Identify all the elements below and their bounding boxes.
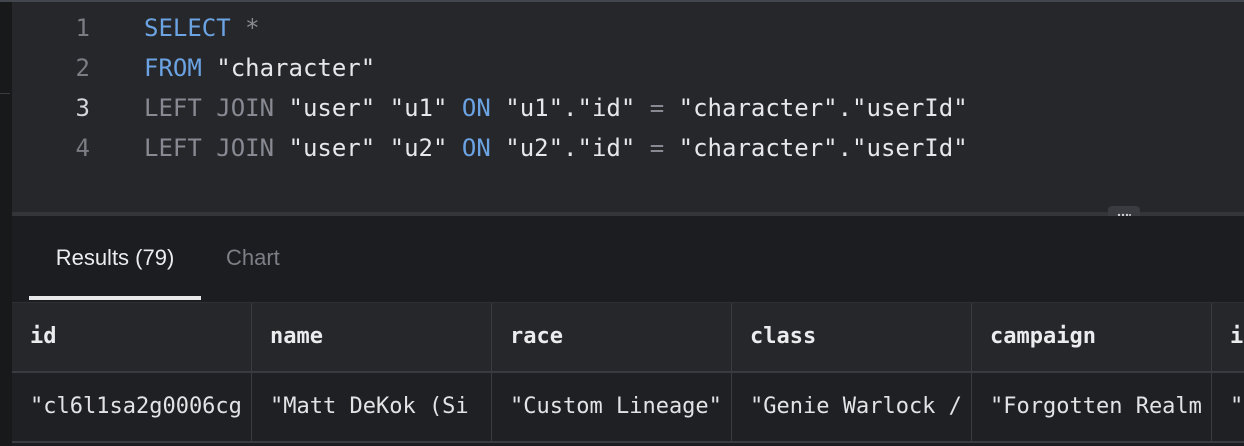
sql-text-token: "u1"."id"	[490, 94, 650, 122]
sql-keyword-token: *	[245, 14, 260, 42]
sql-keyword-token: ON	[461, 94, 491, 122]
table-cell[interactable]: "Matt DeKok (Si	[252, 373, 492, 441]
code-line-3: 3 LEFT JOIN "user" "u1" ON "u1"."id" = "…	[12, 88, 1244, 128]
table-cell[interactable]: "Custom Lineage"	[492, 373, 732, 441]
column-header-name[interactable]: name	[252, 303, 492, 371]
column-header-class[interactable]: class	[732, 303, 972, 371]
line-number: 1	[75, 14, 90, 42]
tab-results[interactable]: Results (79)	[29, 234, 201, 282]
sql-editor[interactable]: 1 SELECT * 2 FROM "character" 3 LEFT JOI…	[12, 2, 1244, 212]
sql-keyword-token: SELECT	[144, 14, 231, 42]
table-row[interactable]: "cl6l1sa2g0006cg "Matt DeKok (Si "Custom…	[12, 373, 1244, 441]
tab-chart[interactable]: Chart	[226, 234, 280, 282]
code-text: LEFT JOIN "user" "u1" ON "u1"."id" = "ch…	[144, 88, 968, 128]
code-text: SELECT *	[144, 8, 260, 48]
code-line-2: 2 FROM "character"	[12, 48, 1244, 88]
sql-text-token: "character"."userId"	[664, 134, 968, 162]
sql-text-token: "character"	[201, 54, 376, 82]
sql-keyword-token: =	[649, 134, 665, 162]
rail-divider	[0, 93, 10, 94]
code-text: FROM "character"	[144, 48, 375, 88]
column-header-id[interactable]: id	[12, 303, 252, 371]
table-cell[interactable]: "cl6l1sa2g0006cg	[12, 373, 252, 441]
table-header-row: id name race class campaign i	[12, 303, 1244, 371]
code-text: LEFT JOIN "user" "u2" ON "u2"."id" = "ch…	[144, 128, 968, 168]
column-header-race[interactable]: race	[492, 303, 732, 371]
row-separator	[12, 441, 1244, 443]
table-cell[interactable]: "Forgotten Realm	[972, 373, 1212, 441]
code-line-1: 1 SELECT *	[12, 8, 1244, 48]
line-number-active: 3	[75, 94, 90, 122]
sql-keyword-token: =	[649, 94, 665, 122]
code-line-4: 4 LEFT JOIN "user" "u2" ON "u2"."id" = "…	[12, 128, 1244, 168]
active-tab-indicator	[29, 296, 201, 300]
results-panel: Results (79) Chart id name race class ca…	[12, 216, 1244, 446]
sql-keyword-token: FROM	[144, 54, 202, 82]
sql-keyword-token: LEFT JOIN	[144, 134, 275, 162]
sql-text-token: "character"."userId"	[664, 94, 968, 122]
sql-text-token: "user" "u1"	[274, 94, 462, 122]
sql-keyword-token: ON	[461, 134, 491, 162]
column-header-partial[interactable]: i	[1212, 303, 1244, 371]
sql-text-token	[231, 14, 245, 42]
left-side-rail	[0, 2, 12, 446]
sql-text-token: "user" "u2"	[274, 134, 462, 162]
table-cell[interactable]: "Genie Warlock /	[732, 373, 972, 441]
table-cell[interactable]: "	[1212, 373, 1244, 441]
column-header-campaign[interactable]: campaign	[972, 303, 1212, 371]
sql-text-token: "u2"."id"	[490, 134, 650, 162]
line-number: 2	[75, 54, 90, 82]
sql-keyword-token: LEFT JOIN	[144, 94, 275, 122]
line-number: 4	[75, 134, 90, 162]
results-table: id name race class campaign i "cl6l1sa2g…	[12, 303, 1244, 446]
